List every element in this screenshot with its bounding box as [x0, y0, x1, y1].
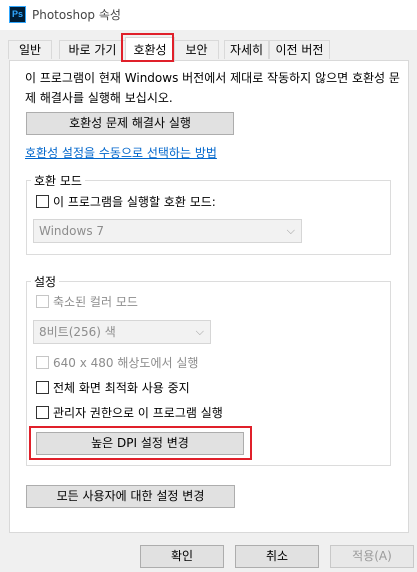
- disable-fullscreen-opt-label: 전체 화면 최적화 사용 중지: [53, 381, 190, 395]
- ok-button[interactable]: 확인: [140, 545, 224, 568]
- tab-security[interactable]: 보안: [174, 40, 219, 59]
- apply-button: 적용(A): [330, 545, 414, 568]
- color-mode-select: 8비트(256) 색 ⌵: [33, 320, 211, 344]
- compat-mode-select-value: Windows 7: [39, 224, 105, 238]
- tab-shortcut[interactable]: 바로 가기: [59, 40, 126, 59]
- res-640-label: 640 x 480 해상도에서 실행: [53, 356, 199, 370]
- all-users-settings-button[interactable]: 모든 사용자에 대한 설정 변경: [26, 485, 235, 508]
- tab-details[interactable]: 자세히: [224, 40, 269, 59]
- tab-compatibility[interactable]: 호환성: [125, 37, 175, 62]
- reduced-color-checkbox: [36, 295, 49, 308]
- tab-previous-versions[interactable]: 이전 버전: [269, 40, 330, 59]
- disable-fullscreen-opt-checkbox[interactable]: [36, 381, 49, 394]
- compat-mode-group-label: 호환 모드: [31, 172, 85, 189]
- chevron-down-icon: ⌵: [195, 325, 204, 338]
- res-640-checkbox: [36, 356, 49, 369]
- intro-text: 이 프로그램이 현재 Windows 버전에서 제대로 작동하지 않으면 호환성…: [25, 71, 400, 105]
- tab-general[interactable]: 일반: [8, 40, 52, 59]
- window-title: Photoshop 속성: [32, 8, 121, 22]
- run-as-admin-checkbox[interactable]: [36, 406, 49, 419]
- chevron-down-icon: ⌵: [286, 224, 295, 237]
- manual-settings-link[interactable]: 호환성 설정을 수동으로 선택하는 방법: [25, 144, 217, 161]
- photoshop-app-icon: Ps: [9, 6, 26, 23]
- compat-mode-select[interactable]: Windows 7 ⌵: [33, 219, 302, 243]
- compat-mode-checkbox[interactable]: [36, 195, 49, 208]
- high-dpi-settings-button[interactable]: 높은 DPI 설정 변경: [36, 432, 244, 455]
- title-bar: Ps Photoshop 속성: [0, 0, 417, 30]
- compat-mode-checkbox-label: 이 프로그램을 실행할 호환 모드:: [53, 195, 216, 209]
- compat-mode-group: [26, 180, 391, 255]
- cancel-button[interactable]: 취소: [235, 545, 319, 568]
- settings-group-label: 설정: [31, 273, 60, 290]
- troubleshooter-button[interactable]: 호환성 문제 해결사 실행: [26, 112, 234, 135]
- color-mode-select-value: 8비트(256) 색: [39, 325, 116, 339]
- reduced-color-label: 축소된 컬러 모드: [53, 295, 138, 309]
- run-as-admin-label: 관리자 권한으로 이 프로그램 실행: [53, 406, 223, 420]
